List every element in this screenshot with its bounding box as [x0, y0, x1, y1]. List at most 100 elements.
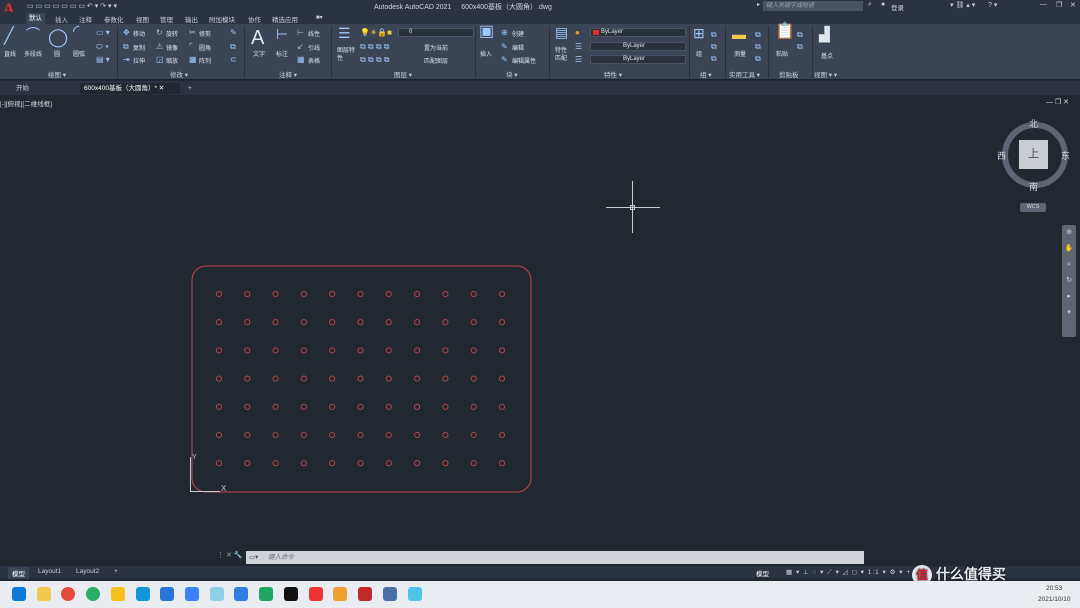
mounting-hole[interactable] — [498, 460, 506, 467]
polyline-icon[interactable]: ⌒ — [26, 27, 40, 41]
ribbon-toggle-button[interactable]: ■▾ — [316, 14, 323, 21]
help-icon[interactable]: ? ▾ — [988, 1, 997, 9]
base-view-icon[interactable]: ▟ — [819, 27, 830, 41]
mounting-hole[interactable] — [272, 319, 279, 326]
search-icon[interactable]: ⌕ — [868, 1, 872, 9]
mounting-hole[interactable] — [498, 375, 506, 382]
mounting-hole[interactable] — [329, 431, 336, 439]
compass-south[interactable]: 南 — [1029, 180, 1038, 193]
block-panel-label[interactable]: 块 ▾ — [506, 69, 518, 79]
match-properties-icon[interactable]: ▤ — [555, 25, 568, 39]
layer-state-icons[interactable]: 💡☀🔒■ — [360, 29, 392, 37]
edit-block-button[interactable]: 编辑 — [512, 43, 524, 52]
mounting-hole[interactable] — [272, 431, 279, 439]
mounting-hole[interactable] — [300, 460, 307, 467]
mounting-hole[interactable] — [272, 460, 279, 467]
search-input[interactable]: 键入关键字或短语 — [763, 1, 863, 11]
navigation-bar[interactable]: ⊕ ✋ ⌕ ↻ ▸ ▾ — [1062, 225, 1076, 337]
login-link[interactable]: 登录 — [891, 2, 904, 12]
mounting-hole[interactable] — [300, 347, 307, 354]
clock-date[interactable]: 2021/10/10 — [1038, 596, 1071, 603]
linear-icon[interactable]: ⊢ — [297, 29, 304, 37]
app-icon-8[interactable] — [383, 587, 397, 601]
color-dropdown[interactable]: ByLayer — [590, 28, 686, 37]
mounting-hole[interactable] — [300, 319, 307, 326]
app-icon-9[interactable] — [408, 587, 422, 601]
mounting-hole[interactable] — [300, 375, 307, 382]
notes-icon[interactable] — [111, 587, 125, 601]
mounting-hole[interactable] — [442, 431, 449, 439]
layers-panel-label[interactable]: 图层 ▾ — [394, 69, 412, 79]
mounting-hole[interactable] — [414, 319, 421, 326]
base-view-button[interactable]: 基点 — [821, 51, 833, 60]
modify-panel-label[interactable]: 修改 ▾ — [170, 69, 188, 79]
polyline-button[interactable]: 多段线 — [24, 49, 42, 58]
file-explorer-icon[interactable] — [37, 587, 51, 601]
move-button[interactable]: 移动 — [133, 29, 145, 38]
qq-icon[interactable] — [136, 587, 150, 601]
app-icon-6[interactable] — [309, 587, 323, 601]
mounting-hole[interactable] — [414, 290, 421, 298]
arc-icon[interactable]: ◜ — [73, 24, 79, 40]
mounting-hole[interactable] — [414, 403, 421, 410]
mounting-hole[interactable] — [357, 403, 364, 410]
clock-time[interactable]: 20:53 — [1046, 585, 1062, 592]
mounting-hole[interactable] — [385, 290, 392, 298]
stretch-icon[interactable]: ⇥ — [123, 56, 130, 64]
properties-panel-label[interactable]: 特性 ▾ — [604, 69, 622, 79]
dimension-icon[interactable]: ⊢ — [276, 27, 288, 41]
hatch-icon[interactable]: ⬭ ▾ — [96, 43, 109, 51]
mounting-hole[interactable] — [498, 431, 506, 439]
tab-parametric[interactable]: 参数化 — [104, 14, 124, 24]
trim-icon[interactable]: ✂ — [189, 29, 196, 37]
linear-button[interactable]: 线性 — [308, 29, 320, 38]
capcut-icon[interactable] — [284, 587, 298, 601]
match-layer-button[interactable]: 匹配图层 — [424, 56, 448, 65]
mounting-hole[interactable] — [357, 290, 364, 298]
clipboard-panel-label[interactable]: 剪贴板 — [779, 69, 799, 79]
color-wheel-icon[interactable]: ● — [575, 29, 580, 37]
mounting-hole[interactable] — [357, 347, 364, 354]
mounting-hole[interactable] — [470, 290, 477, 298]
explode-icon[interactable]: ⧉ — [230, 43, 236, 51]
layer-tools-row2[interactable]: ⧉ ⧉ ⧉ ⧉ — [360, 56, 390, 64]
array-icon[interactable]: ▦ — [189, 56, 197, 64]
mounting-hole[interactable] — [442, 347, 449, 354]
compass-east[interactable]: 东 — [1061, 149, 1070, 162]
mounting-hole[interactable] — [470, 347, 477, 354]
mounting-hole[interactable] — [244, 460, 251, 467]
table-icon[interactable]: ▦ — [297, 56, 305, 64]
add-layout-button[interactable]: + — [110, 567, 122, 576]
mounting-hole[interactable] — [215, 375, 223, 382]
make-current-button[interactable]: 置为当前 — [424, 43, 448, 52]
command-input[interactable]: ▭▾ 键入命令 — [246, 551, 864, 564]
mounting-hole[interactable] — [498, 347, 506, 354]
close-button[interactable]: ✕ — [1070, 1, 1076, 9]
rotate-button[interactable]: 旋转 — [166, 29, 178, 38]
mounting-hole[interactable] — [470, 431, 477, 439]
create-block-button[interactable]: 创建 — [512, 29, 524, 38]
copy-icon[interactable]: ⧉ — [123, 43, 129, 51]
insert-block-icon[interactable]: ▣ — [479, 24, 494, 40]
mounting-hole[interactable] — [442, 403, 449, 410]
arc-button[interactable]: 圆弧 — [73, 49, 85, 58]
mounting-hole[interactable] — [470, 375, 477, 382]
mounting-hole[interactable] — [357, 319, 364, 326]
group-button[interactable]: 组 — [696, 49, 702, 58]
drawing-viewport[interactable]: [-][俯视][二维线框] — ❐ ✕ Y X 上 北 南 东 西 WCS ⊕ ✋… — [0, 95, 1080, 550]
layer-properties-button[interactable]: 图层特性 — [337, 47, 355, 63]
mounting-hole[interactable] — [385, 319, 392, 326]
viewcube[interactable]: 上 北 南 东 西 — [997, 119, 1070, 193]
clipboard-tools-icons[interactable]: ⧉ ⧉ — [797, 29, 803, 53]
mounting-hole[interactable] — [385, 347, 392, 354]
mounting-hole[interactable] — [357, 375, 364, 382]
array-button[interactable]: 阵列 — [199, 56, 211, 65]
paste-icon[interactable]: 📋 — [775, 24, 795, 40]
mounting-hole[interactable] — [300, 431, 307, 439]
mounting-hole[interactable] — [498, 290, 506, 298]
stretch-button[interactable]: 拉伸 — [133, 56, 145, 65]
edit-block-icon[interactable]: ✎ — [501, 43, 508, 51]
mounting-hole[interactable] — [215, 460, 223, 467]
mounting-hole[interactable] — [215, 403, 223, 410]
viewcube-top-face[interactable]: 上 — [1019, 140, 1048, 169]
